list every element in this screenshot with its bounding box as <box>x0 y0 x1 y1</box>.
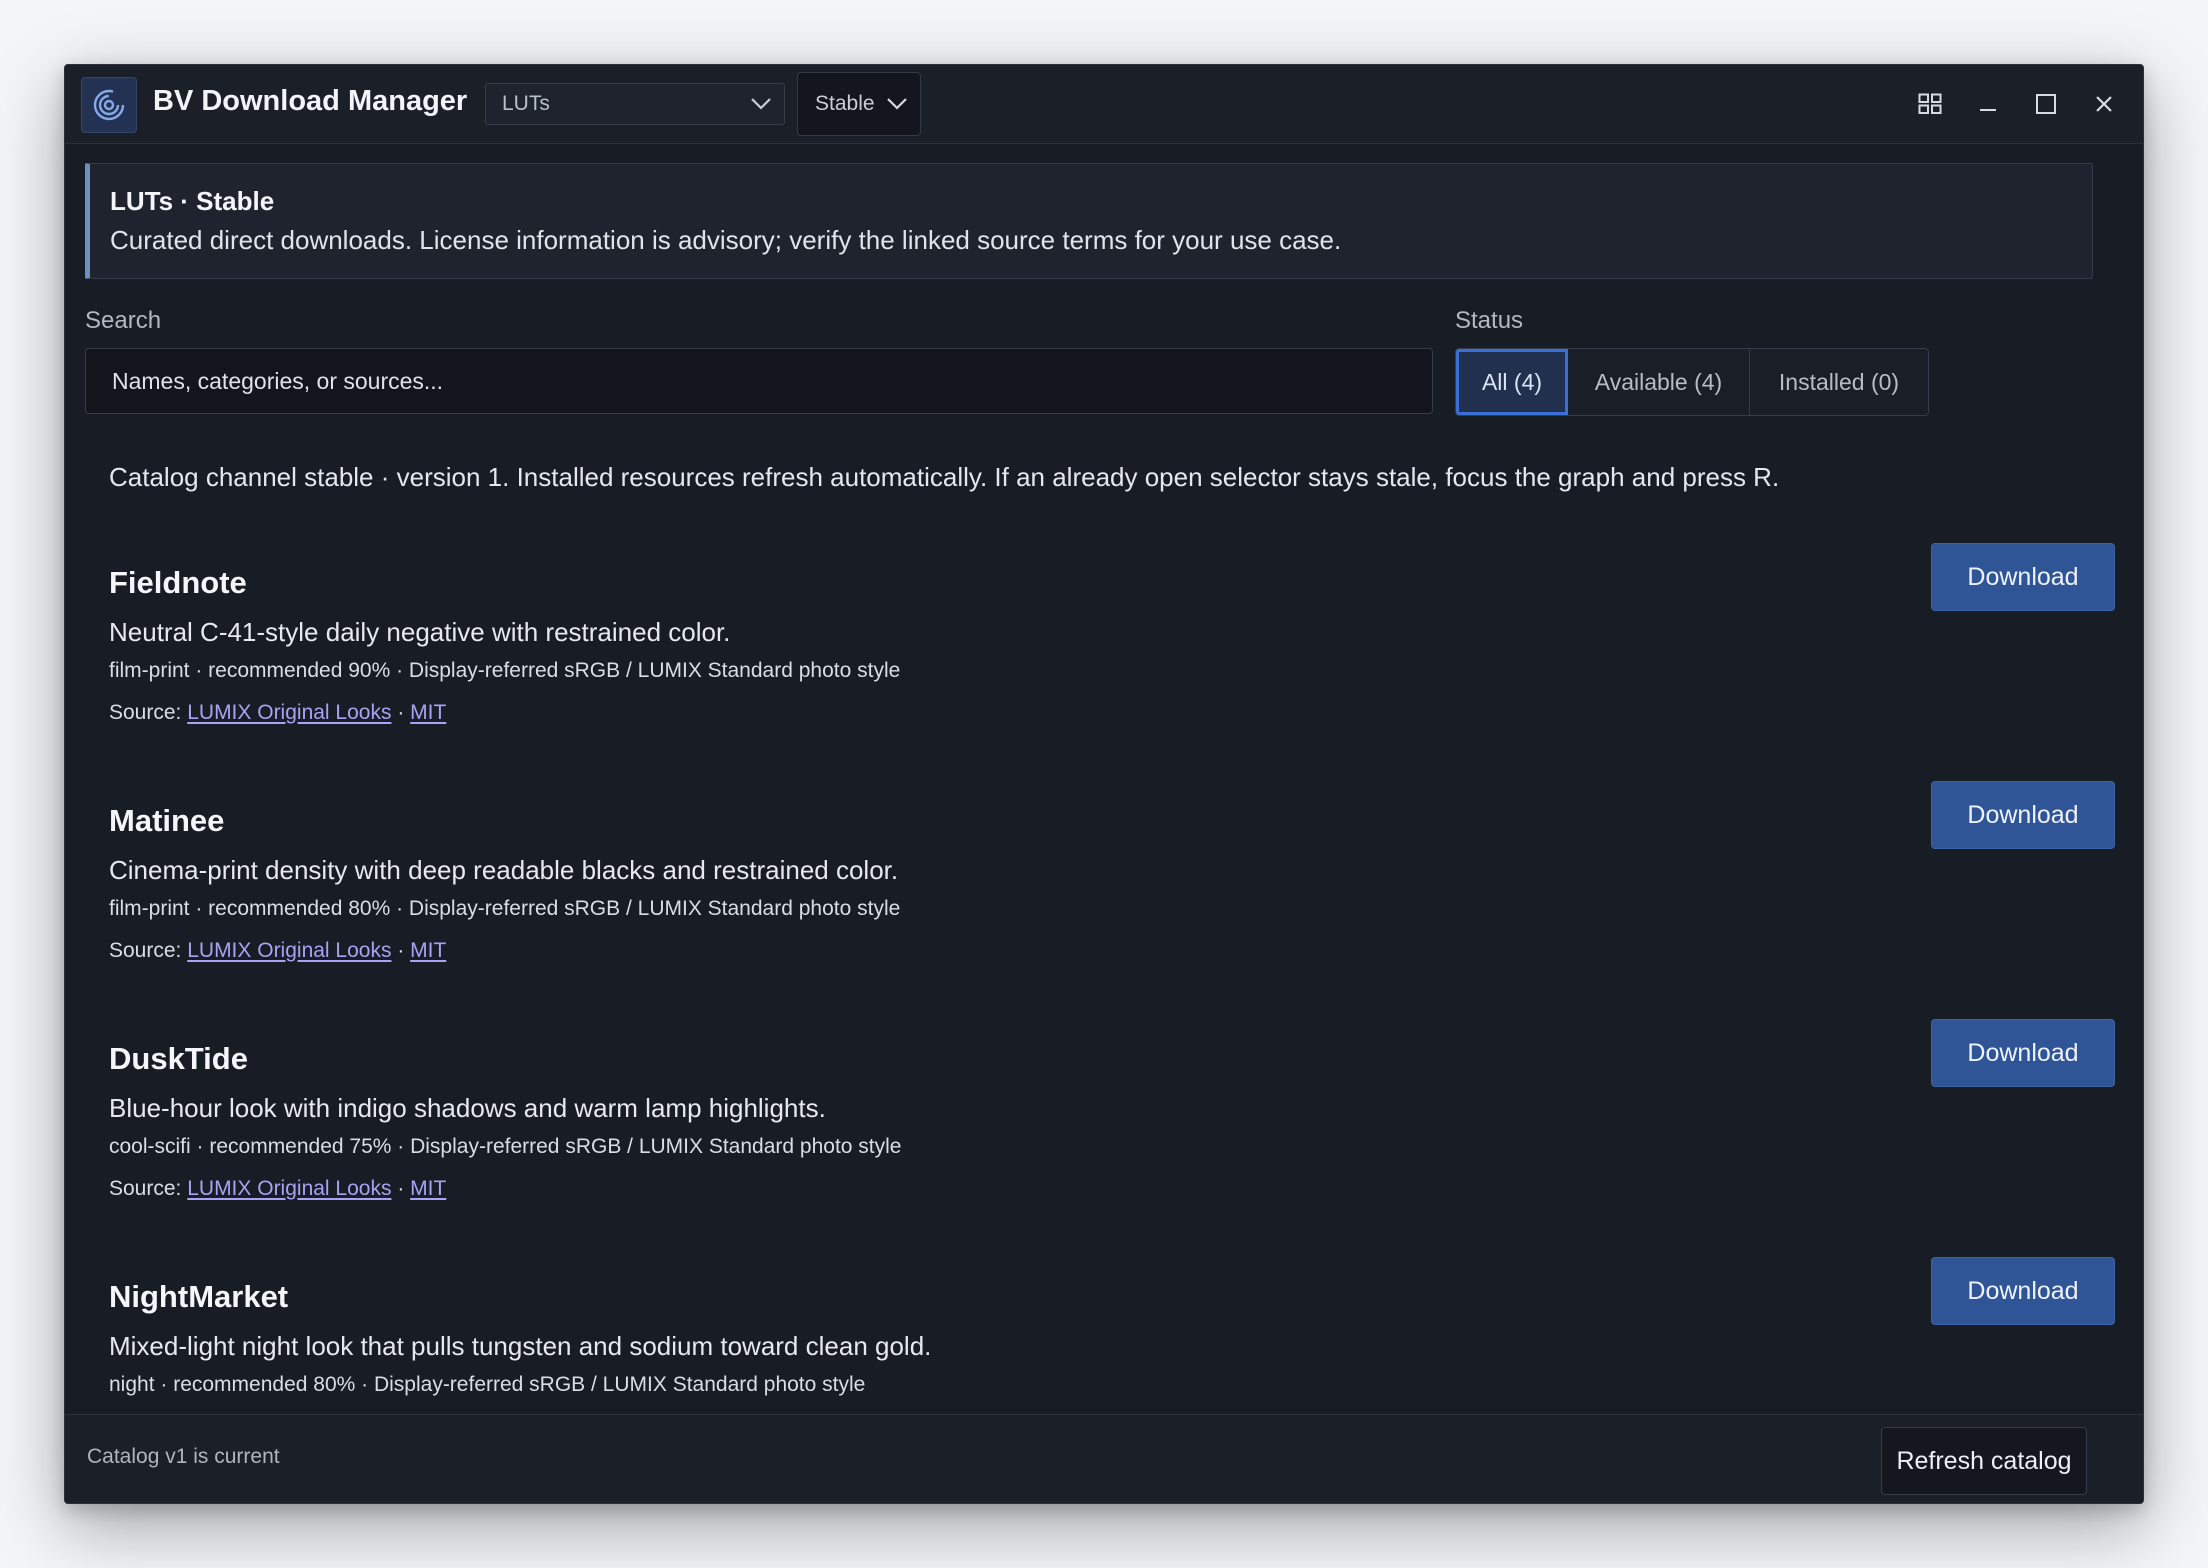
item-name: Fieldnote <box>109 565 247 600</box>
license-link[interactable]: MIT <box>410 1177 446 1200</box>
info-banner: LUTs · Stable Curated direct downloads. … <box>85 163 2093 279</box>
app-window: BV Download Manager LUTs Stable LUTs · S… <box>64 64 2144 1504</box>
list-item: Fieldnote Neutral C-41-style daily negat… <box>109 543 2115 765</box>
item-description: Cinema-print density with deep readable … <box>109 855 899 885</box>
item-meta: film-print · recommended 80% · Display-r… <box>109 897 901 920</box>
item-name: DuskTide <box>109 1041 248 1076</box>
category-select[interactable]: LUTs <box>485 83 785 125</box>
status-filter-installed[interactable]: Installed (0) <box>1750 349 1928 415</box>
catalog-note: Catalog channel stable · version 1. Inst… <box>109 462 1780 492</box>
status-bar: Catalog v1 is current Refresh catalog <box>65 1414 2143 1503</box>
download-button[interactable]: Download <box>1931 1019 2115 1087</box>
chevron-down-icon <box>750 97 772 111</box>
catalog-status: Catalog v1 is current <box>87 1445 280 1468</box>
grid-icon[interactable] <box>1915 89 1945 119</box>
license-link[interactable]: MIT <box>410 701 446 724</box>
category-select-value: LUTs <box>502 92 550 115</box>
banner-title: LUTs · Stable <box>110 186 275 216</box>
item-description: Blue-hour look with indigo shadows and w… <box>109 1093 826 1123</box>
close-icon[interactable] <box>2089 89 2119 119</box>
list-item: Matinee Cinema-print density with deep r… <box>109 781 2115 1003</box>
source-link[interactable]: LUMIX Original Looks <box>187 701 391 724</box>
app-title: BV Download Manager <box>153 85 468 117</box>
item-name: NightMarket <box>109 1279 289 1314</box>
separator: · <box>397 1177 405 1200</box>
source-prefix: Source: <box>109 939 182 962</box>
item-meta: night · recommended 80% · Display-referr… <box>109 1373 866 1396</box>
channel-select[interactable]: Stable <box>797 72 921 136</box>
item-meta: cool-scifi · recommended 75% · Display-r… <box>109 1135 902 1158</box>
source-prefix: Source: <box>109 701 182 724</box>
item-meta: film-print · recommended 90% · Display-r… <box>109 659 901 682</box>
item-name: Matinee <box>109 803 225 838</box>
item-source: Source: LUMIX Original Looks · MIT <box>109 701 446 725</box>
title-bar: BV Download Manager LUTs Stable <box>65 65 2143 144</box>
minimize-icon[interactable] <box>1973 89 2003 119</box>
status-filter-available[interactable]: Available (4) <box>1568 349 1750 415</box>
status-label: Status <box>1455 307 1524 334</box>
channel-select-value: Stable <box>815 92 875 115</box>
chevron-down-icon <box>886 97 908 111</box>
item-description: Mixed-light night look that pulls tungst… <box>109 1331 932 1361</box>
maximize-icon[interactable] <box>2031 89 2061 119</box>
status-filter-all[interactable]: All (4) <box>1456 349 1568 415</box>
refresh-catalog-button[interactable]: Refresh catalog <box>1881 1427 2087 1495</box>
item-description: Neutral C-41-style daily negative with r… <box>109 617 731 647</box>
banner-text: Curated direct downloads. License inform… <box>110 225 1342 255</box>
swirl-icon <box>81 77 137 133</box>
search-label: Search <box>85 307 162 334</box>
license-link[interactable]: MIT <box>410 939 446 962</box>
download-button[interactable]: Download <box>1931 781 2115 849</box>
separator: · <box>397 701 405 724</box>
download-button[interactable]: Download <box>1931 1257 2115 1325</box>
search-input[interactable] <box>85 348 1433 414</box>
status-filter: All (4) Available (4) Installed (0) <box>1455 348 1929 416</box>
source-link[interactable]: LUMIX Original Looks <box>187 1177 391 1200</box>
source-link[interactable]: LUMIX Original Looks <box>187 939 391 962</box>
item-source: Source: LUMIX Original Looks · MIT <box>109 1177 446 1201</box>
download-button[interactable]: Download <box>1931 543 2115 611</box>
list-item: DuskTide Blue-hour look with indigo shad… <box>109 1019 2115 1241</box>
item-source: Source: LUMIX Original Looks · MIT <box>109 939 446 963</box>
source-prefix: Source: <box>109 1177 182 1200</box>
separator: · <box>397 939 405 962</box>
